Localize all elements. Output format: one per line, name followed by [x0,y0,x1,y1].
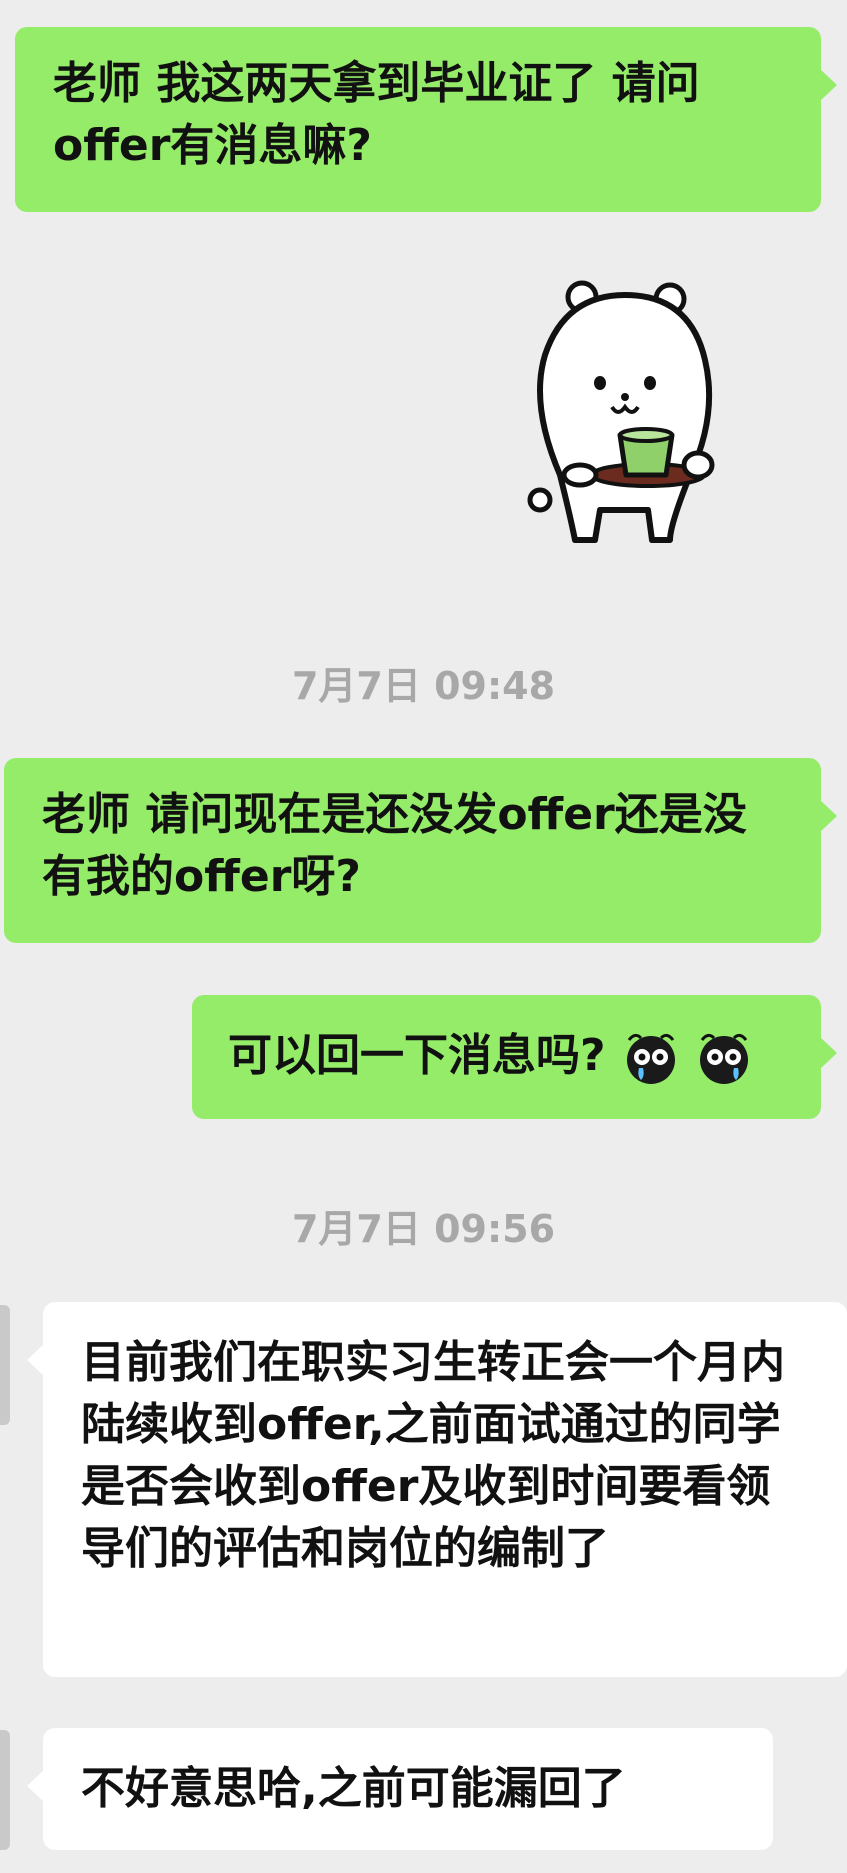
timestamp: 7月7日 09:56 [291,1207,556,1251]
sent-message[interactable]: 老师 我这两天拿到毕业证了 请问offer有消息嘛? [15,27,837,212]
sent-message[interactable]: 老师 请问现在是还没发offer还是没有我的offer呀? [4,758,837,943]
bear-sticker[interactable] [520,275,725,565]
crying-emoji-icon [700,1033,749,1084]
message-text: 可以回一下消息吗? [228,1030,606,1081]
crying-emoji-icon [626,1033,675,1084]
message-text: 老师 我这两天拿到毕业证了 请问offer有消息嘛? [53,58,700,171]
received-message[interactable]: 不好意思哈,之前可能漏回了 [27,1728,773,1850]
message-text: 目前我们在职实习生转正会一个月内陆续收到offer,之前面试通过的同学是否会收到… [81,1337,785,1574]
received-message[interactable]: 目前我们在职实习生转正会一个月内陆续收到offer,之前面试通过的同学是否会收到… [27,1302,847,1677]
message-text: 老师 请问现在是还没发offer还是没有我的offer呀? [42,789,747,902]
avatar[interactable] [0,1305,10,1425]
message-text: 不好意思哈,之前可能漏回了 [81,1763,626,1814]
timestamp: 7月7日 09:48 [291,664,556,708]
sent-message[interactable]: 可以回一下消息吗? [192,995,837,1119]
avatar[interactable] [0,1730,10,1850]
